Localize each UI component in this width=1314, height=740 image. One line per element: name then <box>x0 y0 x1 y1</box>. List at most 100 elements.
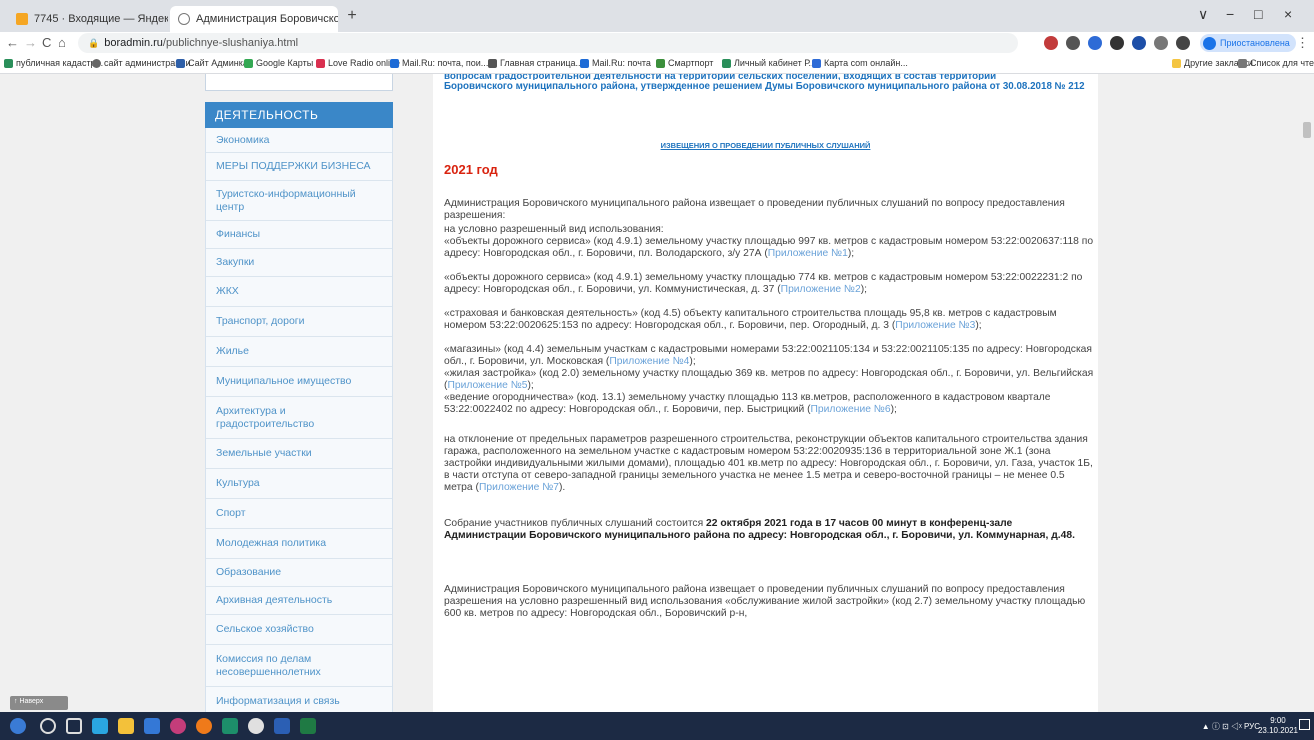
chrome-icon[interactable] <box>248 718 264 734</box>
address-bar[interactable]: 🔒 boradmin.ru/publichnye-slushaniya.html <box>78 33 1018 53</box>
pin-icon <box>722 58 731 68</box>
browser-tab-strip: 7745 · Входящие — Яндекс.По × Администра… <box>0 0 1314 32</box>
media-icon[interactable] <box>1176 36 1190 50</box>
tab-administration[interactable]: Администрация Боровичского × <box>170 6 338 32</box>
attachment-link[interactable]: Приложение №6 <box>811 404 891 415</box>
windows-app-icon[interactable] <box>92 718 108 734</box>
sidebar-item[interactable]: Транспорт, дороги <box>206 307 392 337</box>
sidebar-item[interactable]: Архивная деятельность <box>206 587 392 615</box>
main-content: вопросам градостроительной деятельности … <box>433 74 1098 712</box>
forward-button[interactable]: → <box>24 35 37 50</box>
page-icon <box>488 58 497 68</box>
meeting-paragraph: Собрание участников публичных слушаний с… <box>444 518 1075 541</box>
sidebar-item[interactable]: Спорт <box>206 499 392 529</box>
sidebar-item[interactable]: ЖКХ <box>206 277 392 307</box>
notices-link[interactable]: ИЗВЕЩЕНИЯ О ПРОВЕДЕНИИ ПУБЛИЧНЫХ СЛУШАНИ… <box>433 141 1098 150</box>
notifications-icon[interactable] <box>1299 719 1310 730</box>
attachment-link[interactable]: Приложение №7 <box>479 482 559 493</box>
bookmark-item[interactable]: Mail.Ru: почта <box>580 58 651 68</box>
page-icon <box>656 58 665 68</box>
bookmark-item[interactable]: Смартпорт <box>656 58 713 68</box>
browser-menu-icon[interactable]: ⋮ <box>1296 35 1309 51</box>
profile-status: Приостановлена <box>1220 38 1290 48</box>
tab-title: Администрация Боровичского <box>196 13 338 25</box>
sidebar-item[interactable]: Сельское хозяйство <box>206 615 392 645</box>
mail-icon <box>390 58 399 68</box>
page-scrollbar[interactable] <box>1300 74 1314 712</box>
sidebar-item[interactable]: Образование <box>206 559 392 587</box>
tab-search-button[interactable]: ∨ <box>1198 6 1208 23</box>
search-icon[interactable] <box>40 718 56 734</box>
new-tab-button[interactable]: + <box>342 7 362 25</box>
bookmark-item[interactable]: Сайт Админка <box>176 58 248 68</box>
sidebar-item[interactable]: Жилье <box>206 337 392 367</box>
tab-yandex-mail[interactable]: 7745 · Входящие — Яндекс.По × <box>8 6 168 32</box>
system-tray[interactable]: ▲ ⓘ ⊡ ◁ᵡ РУС <box>1202 721 1260 732</box>
sidebar-item[interactable]: Информатизация и связь <box>206 687 392 712</box>
sidebar-item[interactable]: Культура <box>206 469 392 499</box>
sidebar-item[interactable]: Комиссия по делам несовершеннолетних <box>206 645 392 687</box>
bookmark-item[interactable]: Google Карты <box>244 58 313 68</box>
excel-icon[interactable] <box>300 718 316 734</box>
app-icon[interactable] <box>144 718 160 734</box>
sidebar-item[interactable]: Архитектура и градостроительство <box>206 397 392 439</box>
start-icon[interactable] <box>10 718 26 734</box>
intro-paragraph: Администрация Боровичского муниципальног… <box>444 198 1065 221</box>
extension-icon[interactable] <box>1088 36 1102 50</box>
reading-list[interactable]: Список для чтения <box>1238 58 1314 68</box>
app-icon[interactable] <box>170 718 186 734</box>
attachment-link[interactable]: Приложение №1 <box>768 248 848 259</box>
puzzle-icon[interactable] <box>1154 36 1168 50</box>
attachment-link[interactable]: Приложение №3 <box>895 320 975 331</box>
sidebar-item[interactable]: Муниципальное имущество <box>206 367 392 397</box>
bookmarks-bar: публичная кадастр... сайт администрации … <box>0 54 1314 74</box>
task-view-icon[interactable] <box>66 718 82 734</box>
google-maps-icon <box>244 58 253 68</box>
profile-button[interactable]: Приостановлена <box>1200 34 1296 52</box>
bookmark-item[interactable]: Love Radio online <box>316 58 400 68</box>
list-item: «жилая застройка» (код 2.0) земельному у… <box>444 368 1094 391</box>
minimize-button[interactable]: − <box>1226 6 1234 22</box>
attachment-link[interactable]: Приложение №4 <box>609 356 689 367</box>
pin-icon <box>4 58 13 68</box>
extension-icon[interactable] <box>1132 36 1146 50</box>
word-icon[interactable] <box>274 718 290 734</box>
sidebar-search-box[interactable] <box>205 74 393 91</box>
attachment-link[interactable]: Приложение №2 <box>781 284 861 295</box>
sidebar-item[interactable]: Закупки <box>206 249 392 277</box>
home-button[interactable]: ⌂ <box>58 35 66 50</box>
deviation-paragraph: на отклонение от предельных параметров р… <box>444 434 1093 493</box>
sidebar-item[interactable]: Туристско-информационный центр <box>206 181 392 221</box>
clock[interactable]: 9:00 23.10.2021 <box>1258 716 1298 736</box>
bookmark-item[interactable]: Mail.Ru: почта, пои... <box>390 58 488 68</box>
maximize-button[interactable]: □ <box>1254 6 1262 22</box>
list-item: «страховая и банковская деятельность» (к… <box>444 308 1057 331</box>
bookmark-logo-icon <box>176 58 185 68</box>
document-link-heading[interactable]: вопросам градостроительной деятельности … <box>444 74 1094 94</box>
sidebar-menu: Экономика МЕРЫ ПОДДЕРЖКИ БИЗНЕСА Туристс… <box>205 128 393 712</box>
firefox-icon[interactable] <box>196 718 212 734</box>
sidebar-item[interactable]: Экономика <box>206 128 392 153</box>
extension-icon[interactable] <box>1044 36 1058 50</box>
back-button[interactable]: ← <box>6 35 19 50</box>
sidebar-item[interactable]: Финансы <box>206 221 392 249</box>
bookmark-item[interactable]: Карта com онлайн... <box>812 58 908 68</box>
sidebar-item[interactable]: Земельные участки <box>206 439 392 469</box>
reload-button[interactable]: C <box>42 35 51 50</box>
reading-list-icon <box>1238 58 1247 68</box>
bookmark-item[interactable]: публичная кадастр... <box>4 58 103 68</box>
attachment-link[interactable]: Приложение №5 <box>447 380 527 391</box>
sidebar-item[interactable]: МЕРЫ ПОДДЕРЖКИ БИЗНЕСА <box>206 153 392 181</box>
extension-icon[interactable] <box>1066 36 1080 50</box>
extension-icon[interactable] <box>1110 36 1124 50</box>
file-explorer-icon[interactable] <box>118 718 134 734</box>
bookmark-item[interactable]: Личный кабинет Р... <box>722 58 816 68</box>
bookmark-item[interactable]: Главная страница... <box>488 58 583 68</box>
sidebar-item[interactable]: Молодежная политика <box>206 529 392 559</box>
close-window-button[interactable]: × <box>1284 6 1292 22</box>
map-icon <box>812 58 821 68</box>
back-to-top-button[interactable]: ↑ Наверх <box>10 696 68 710</box>
sidebar: ДЕЯТЕЛЬНОСТЬ Экономика МЕРЫ ПОДДЕРЖКИ БИ… <box>205 74 393 712</box>
app-icon[interactable] <box>222 718 238 734</box>
scrollbar-thumb[interactable] <box>1303 122 1311 138</box>
